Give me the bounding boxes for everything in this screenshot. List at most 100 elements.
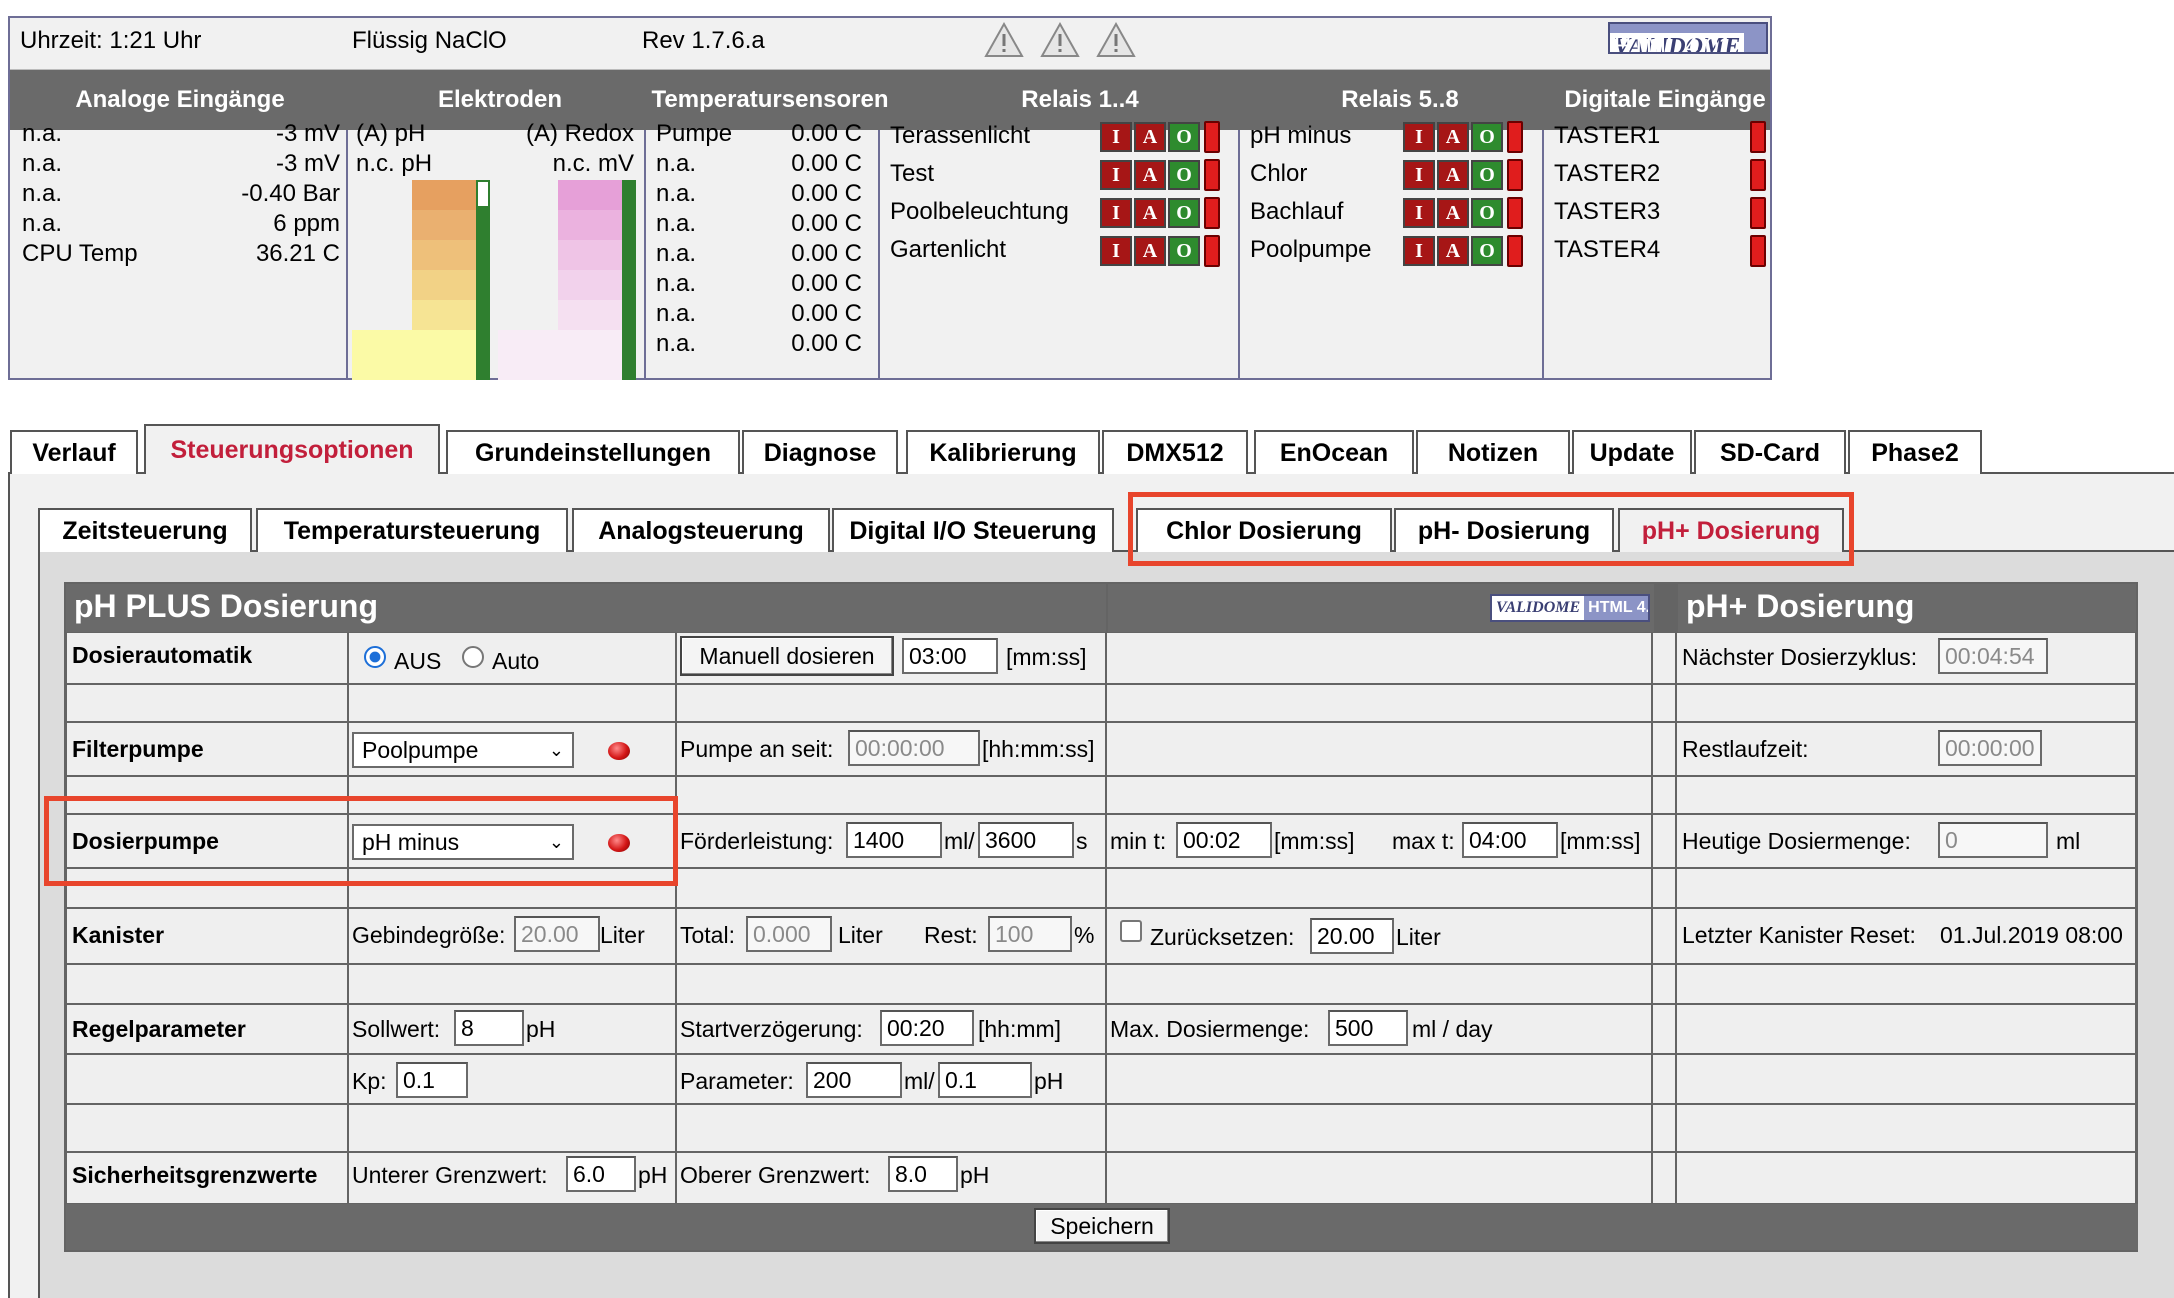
relay-mode-i-button[interactable]: I <box>1403 122 1435 152</box>
total-unit: Liter <box>838 922 883 948</box>
start-delay-input[interactable] <box>880 1010 974 1046</box>
max-t-unit: [mm:ss] <box>1560 828 1641 854</box>
tab-enocean[interactable]: EnOcean <box>1254 430 1414 474</box>
lower-limit-input[interactable] <box>566 1156 636 1192</box>
next-cycle-label: Nächster Dosierzyklus: <box>1682 644 1918 670</box>
pump-running-label: Pumpe an seit: <box>680 736 834 762</box>
relay-mode-a-button[interactable]: A <box>1134 236 1166 266</box>
next-cycle-input[interactable] <box>1938 638 2048 674</box>
last-reset-label: Letzter Kanister Reset: <box>1682 922 1916 948</box>
upper-limit-input[interactable] <box>888 1156 958 1192</box>
manual-dose-button[interactable]: Manuell dosieren <box>680 636 894 676</box>
relay-mode-a-button[interactable]: A <box>1134 122 1166 152</box>
reset-input[interactable] <box>1310 918 1394 954</box>
side-title: pH+ Dosierung <box>1678 584 2136 632</box>
relay-mode-o-button[interactable]: O <box>1168 160 1200 190</box>
table-cell <box>1676 1104 2136 1152</box>
tab-grundeinstellungen[interactable]: Grundeinstellungen <box>446 430 740 474</box>
tab-steuerungsoptionen[interactable]: Steuerungsoptionen <box>144 424 440 474</box>
filterpumpe-select-value: Poolpumpe <box>362 736 479 763</box>
rest-input[interactable] <box>988 916 1072 952</box>
digital-input-label: TASTER3 <box>1554 198 1661 225</box>
tab-notizen[interactable]: Notizen <box>1416 430 1570 474</box>
relay-mode-o-button[interactable]: O <box>1471 236 1503 266</box>
relay-mode-i-button[interactable]: I <box>1403 198 1435 228</box>
tab-verlauf[interactable]: Verlauf <box>10 430 138 474</box>
relay-mode-i-button[interactable]: I <box>1100 160 1132 190</box>
restlaufzeit-input[interactable] <box>1938 730 2042 766</box>
temp-sensor-name: n.a. <box>656 240 697 267</box>
digital-input-label: TASTER4 <box>1554 236 1661 263</box>
relay-mode-i-button[interactable]: I <box>1100 122 1132 152</box>
subtab-zeitsteuerung[interactable]: Zeitsteuerung <box>38 508 252 552</box>
setpoint-input[interactable] <box>454 1010 524 1046</box>
electrode-redox-label: (A) Redox <box>525 120 634 147</box>
rate-ml-input[interactable] <box>846 822 942 858</box>
setpoint-label: Sollwert: <box>352 1016 441 1042</box>
relay-mode-i-button[interactable]: I <box>1403 236 1435 266</box>
pump-running-input[interactable] <box>848 730 980 766</box>
filterpumpe-select[interactable]: Poolpumpe ⌄ <box>352 732 574 768</box>
today-dose-input[interactable] <box>1938 822 2048 858</box>
table-cell <box>1676 684 2136 722</box>
parameter-ph-input[interactable] <box>938 1062 1032 1098</box>
parameter-ml-input[interactable] <box>806 1062 902 1098</box>
temp-sensor-name: n.a. <box>656 300 697 327</box>
product-text: Flüssig NaClO <box>352 27 507 54</box>
subtab-temperatursteuerung[interactable]: Temperatursteuerung <box>256 508 568 552</box>
relay-mode-o-button[interactable]: O <box>1471 198 1503 228</box>
relay-mode-o-button[interactable]: O <box>1168 198 1200 228</box>
validome-badge[interactable]: VALIDOME HTML 4.01 <box>1490 594 1650 622</box>
reset-checkbox[interactable] <box>1120 920 1142 942</box>
relay-status-led <box>1204 121 1220 153</box>
min-t-input[interactable] <box>1176 822 1272 858</box>
max-dose-input[interactable] <box>1328 1010 1408 1046</box>
manual-dose-time-input[interactable] <box>902 638 998 674</box>
relay-mode-buttons: IAO <box>1403 160 1503 190</box>
max-t-input[interactable] <box>1462 822 1558 858</box>
save-button[interactable]: Speichern <box>1034 1208 1170 1244</box>
relay-mode-i-button[interactable]: I <box>1100 198 1132 228</box>
table-cell <box>1676 1054 2136 1104</box>
radio-auto[interactable] <box>462 646 484 668</box>
temp-sensor-name: n.a. <box>656 330 697 357</box>
sicherheitsgrenzwerte-label: Sicherheitsgrenzwerte <box>72 1162 318 1188</box>
radio-aus[interactable] <box>364 646 386 668</box>
relay-mode-a-button[interactable]: A <box>1134 198 1166 228</box>
relay-mode-a-button[interactable]: A <box>1437 122 1469 152</box>
relay-mode-o-button[interactable]: O <box>1168 122 1200 152</box>
total-input[interactable] <box>746 916 832 952</box>
tab-sd-card[interactable]: SD-Card <box>1694 430 1846 474</box>
tab-update[interactable]: Update <box>1572 430 1692 474</box>
tab-phase2[interactable]: Phase2 <box>1848 430 1982 474</box>
relay-mode-a-button[interactable]: A <box>1134 160 1166 190</box>
subtab-digital-i-o-steuerung[interactable]: Digital I/O Steuerung <box>832 508 1114 552</box>
container-size-input[interactable] <box>514 916 600 952</box>
tab-kalibrierung[interactable]: Kalibrierung <box>906 430 1100 474</box>
relay-mode-i-button[interactable]: I <box>1403 160 1435 190</box>
relay-label: Gartenlicht <box>890 236 1007 263</box>
relay-mode-i-button[interactable]: I <box>1100 236 1132 266</box>
temp-sensor-value: 0.00 C <box>791 330 862 357</box>
relay-mode-o-button[interactable]: O <box>1168 236 1200 266</box>
relay-mode-a-button[interactable]: A <box>1437 160 1469 190</box>
dosierautomatik-label: Dosierautomatik <box>72 642 253 668</box>
tab-diagnose[interactable]: Diagnose <box>742 430 898 474</box>
relay-mode-o-button[interactable]: O <box>1471 122 1503 152</box>
relay-status-led <box>1204 159 1220 191</box>
digital-input-label: TASTER2 <box>1554 160 1661 187</box>
parameter-ph-unit: pH <box>1034 1068 1064 1094</box>
tab-dmx512[interactable]: DMX512 <box>1102 430 1248 474</box>
relay-mode-a-button[interactable]: A <box>1437 236 1469 266</box>
analog-input-value: -0.40 Bar <box>241 180 340 207</box>
subtab-analogsteuerung[interactable]: Analogsteuerung <box>572 508 830 552</box>
relay-mode-a-button[interactable]: A <box>1437 198 1469 228</box>
kp-input[interactable] <box>396 1062 468 1098</box>
relay-mode-o-button[interactable]: O <box>1471 160 1503 190</box>
table-cell <box>1676 776 2136 814</box>
validome-badge[interactable]: VALIDOME HTML 4.01 <box>1608 22 1768 54</box>
relay-label: Terassenlicht <box>890 122 1031 149</box>
kanister-label: Kanister <box>72 922 165 948</box>
rate-s-input[interactable] <box>978 822 1074 858</box>
digital-input-led <box>1750 235 1766 267</box>
